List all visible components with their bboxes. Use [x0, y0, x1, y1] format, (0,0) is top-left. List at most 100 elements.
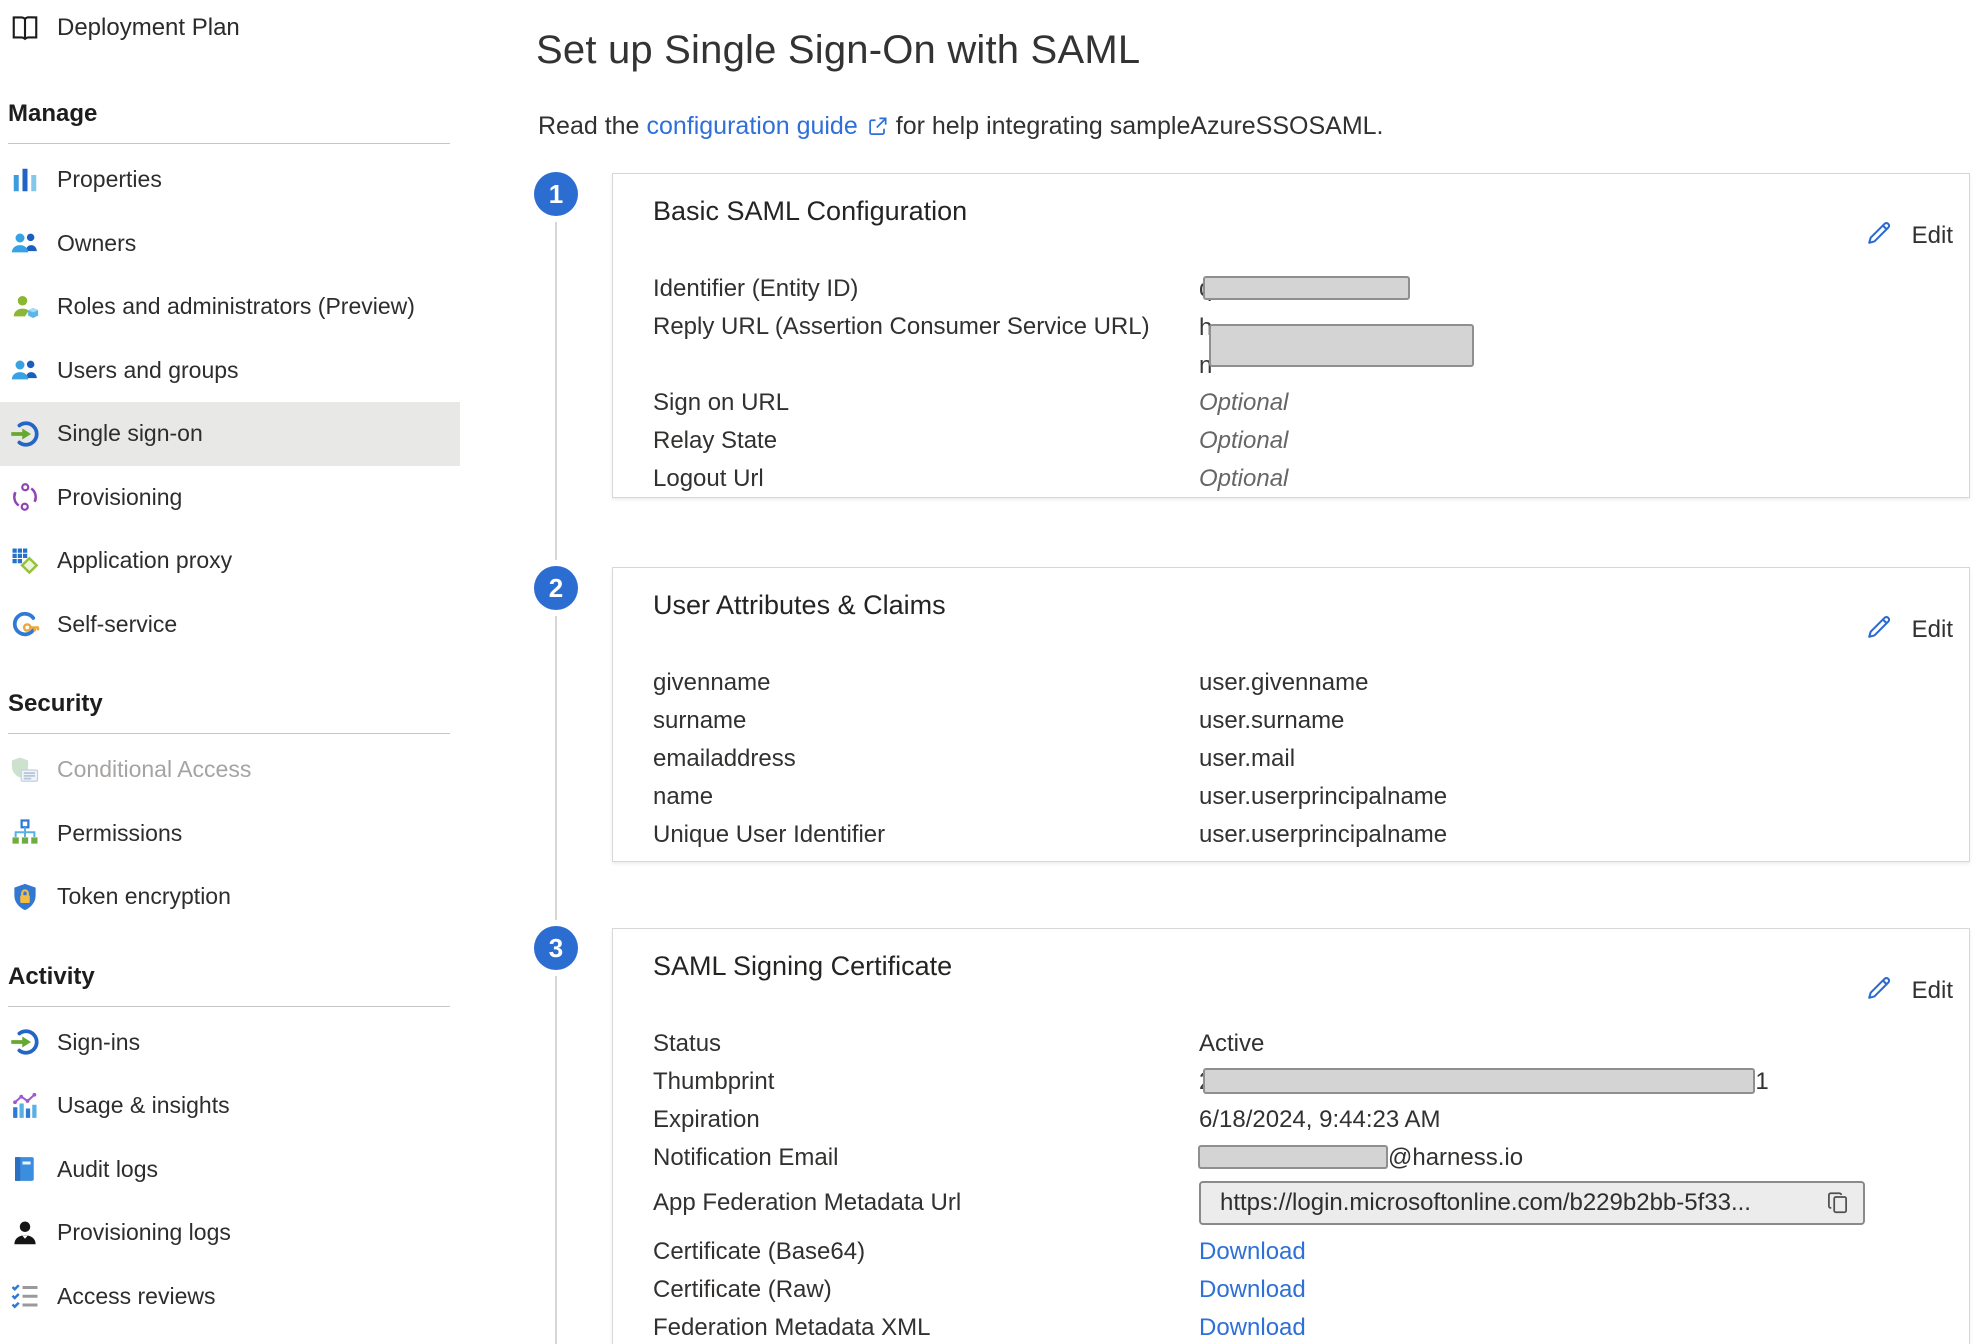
configuration-guide-link[interactable]: configuration guide: [646, 112, 888, 141]
sidebar-section-header-activity: Activity: [8, 963, 450, 1007]
sidebar-item-permissions[interactable]: Permissions: [0, 802, 460, 866]
field-row-certificate-raw: Certificate (Raw)Download: [653, 1271, 1955, 1309]
usage-insights-icon: [10, 1091, 40, 1121]
application-proxy-icon: [10, 546, 40, 576]
permissions-icon: [10, 818, 40, 848]
sidebar-item-users-and-groups[interactable]: Users and groups: [0, 339, 460, 403]
external-link-icon: [866, 115, 889, 138]
field-label: App Federation Metadata Url: [653, 1189, 1199, 1217]
field-value: Active: [1199, 1030, 1955, 1058]
sidebar-item-label: Owners: [57, 230, 136, 257]
sidebar-item-roles-and-administrators-preview[interactable]: Roles and administrators (Preview): [0, 275, 460, 339]
edit-button-basic-saml-configuration[interactable]: Edit: [1865, 218, 1953, 254]
sidebar: Deployment Plan Manage Properties Owners Ro…: [0, 0, 460, 1328]
field-label: Logout Url: [653, 465, 1199, 493]
field-value: user.givenname: [1199, 669, 1955, 697]
download-link-certificate-raw[interactable]: Download: [1199, 1276, 1955, 1304]
download-link-certificate-base64[interactable]: Download: [1199, 1238, 1955, 1266]
sidebar-item-single-sign-on[interactable]: Single sign-on: [0, 402, 460, 466]
intro-text: Read the configuration guide for help in…: [538, 112, 1384, 141]
sidebar-item-usage-insights[interactable]: Usage & insights: [0, 1074, 460, 1138]
sidebar-item-token-encryption[interactable]: Token encryption: [0, 865, 460, 929]
field-label: Status: [653, 1030, 1199, 1058]
sidebar-item-provisioning-logs[interactable]: Provisioning logs: [0, 1201, 460, 1265]
sidebar-item-conditional-access[interactable]: Conditional Access: [0, 738, 460, 802]
sidebar-item-deployment-plan[interactable]: Deployment Plan: [0, 0, 460, 56]
self-service-icon: [10, 609, 40, 639]
sidebar-section-header-manage: Manage: [8, 100, 450, 144]
edit-label: Edit: [1912, 977, 1953, 1005]
field-label: givenname: [653, 669, 1199, 697]
field-value: 6/18/2024, 9:44:23 AM: [1199, 1106, 1955, 1134]
field-row-unique-user-identifier: Unique User Identifieruser.userprincipal…: [653, 816, 1955, 854]
field-row-logout-url: Logout UrlOptional: [653, 460, 1955, 498]
field-row-app-federation-metadata-url: App Federation Metadata Urlhttps://login…: [653, 1177, 1955, 1229]
sidebar-item-label: Self-service: [57, 611, 177, 638]
owners-icon: [10, 228, 40, 258]
metadata-url-input[interactable]: https://login.microsoftonline.com/b229b2…: [1199, 1181, 1865, 1225]
book-icon: [10, 13, 40, 43]
edit-label: Edit: [1912, 616, 1953, 644]
roles-icon: [10, 292, 40, 322]
redaction-suffix: @harness.io: [1388, 1144, 1523, 1172]
sidebar-item-self-service[interactable]: Self-service: [0, 593, 460, 657]
pencil-icon: [1865, 612, 1894, 648]
sidebar-item-label: Usage & insights: [57, 1092, 230, 1119]
step-badge-1: 1: [534, 172, 578, 216]
sidebar-item-label: Properties: [57, 166, 162, 193]
sidebar-item-provisioning[interactable]: Provisioning: [0, 466, 460, 530]
step-badge-2: 2: [534, 566, 578, 610]
step-rail: [555, 196, 557, 1344]
edit-button-user-attributes-claims[interactable]: Edit: [1865, 612, 1953, 648]
field-label: Thumbprint: [653, 1068, 1199, 1096]
field-row-notification-email: Notification Emailr@harness.io: [653, 1139, 1955, 1177]
redaction-box: [1198, 1145, 1388, 1169]
sidebar-item-label: Sign-ins: [57, 1029, 140, 1056]
pencil-icon: [1865, 218, 1894, 254]
card-title: Basic SAML Configuration: [653, 196, 967, 227]
card-title: User Attributes & Claims: [653, 590, 946, 621]
sidebar-item-label: Permissions: [57, 820, 182, 847]
sidebar-item-label: Roles and administrators (Preview): [57, 293, 415, 320]
edit-button-saml-signing-certificate[interactable]: Edit: [1865, 973, 1953, 1009]
sidebar-item-audit-logs[interactable]: Audit logs: [0, 1138, 460, 1202]
card-basic-saml-configuration: Basic SAML Configuration Edit Identifier (…: [612, 173, 1970, 498]
field-row-certificate-base64: Certificate (Base64)Download: [653, 1233, 1955, 1271]
sidebar-item-access-reviews[interactable]: Access reviews: [0, 1265, 460, 1329]
field-row-givenname: givennameuser.givenname: [653, 664, 1955, 702]
sidebar-item-application-proxy[interactable]: Application proxy: [0, 529, 460, 593]
sidebar-item-sign-ins[interactable]: Sign-ins: [0, 1011, 460, 1075]
redaction-box: [1203, 276, 1410, 300]
provisioning-icon: [10, 482, 40, 512]
sign-ins-icon: [10, 1027, 40, 1057]
field-label: Identifier (Entity ID): [653, 275, 1199, 303]
field-row-name: nameuser.userprincipalname: [653, 778, 1955, 816]
field-row-emailaddress: emailaddressuser.mail: [653, 740, 1955, 778]
sidebar-item-label: Provisioning logs: [57, 1219, 231, 1246]
field-value: user.surname: [1199, 707, 1955, 735]
provisioning-logs-icon: [10, 1218, 40, 1248]
redacted-value: 21: [1199, 1068, 1955, 1096]
sidebar-item-label: Single sign-on: [57, 420, 203, 447]
download-link-federation-metadata-xml[interactable]: Download: [1199, 1314, 1955, 1342]
field-value: user.mail: [1199, 745, 1955, 773]
field-value: user.userprincipalname: [1199, 783, 1955, 811]
sidebar-item-label: Audit logs: [57, 1156, 158, 1183]
azure-saml-sso-page: Deployment Plan Manage Properties Owners Ro…: [0, 0, 1977, 1344]
sidebar-item-label: Users and groups: [57, 357, 239, 384]
field-row-sign-on-url: Sign on URLOptional: [653, 384, 1955, 422]
sidebar-item-label: Application proxy: [57, 547, 232, 574]
field-row-federation-metadata-xml: Federation Metadata XMLDownload: [653, 1309, 1955, 1344]
field-label: Sign on URL: [653, 389, 1199, 417]
copy-icon[interactable]: [1825, 1190, 1851, 1216]
field-label: Unique User Identifier: [653, 821, 1199, 849]
field-row-identifier-entity-id: Identifier (Entity ID)q: [653, 270, 1955, 308]
card-user-attributes-claims: User Attributes & ClaimsEditgivennameuse…: [612, 567, 1970, 862]
field-label: emailaddress: [653, 745, 1199, 773]
field-value-optional: Optional: [1199, 389, 1955, 417]
audit-logs-icon: [10, 1154, 40, 1184]
sidebar-section-header-security: Security: [8, 690, 450, 734]
sidebar-item-properties[interactable]: Properties: [0, 148, 460, 212]
sidebar-item-owners[interactable]: Owners: [0, 212, 460, 276]
pencil-icon: [1865, 973, 1894, 1009]
